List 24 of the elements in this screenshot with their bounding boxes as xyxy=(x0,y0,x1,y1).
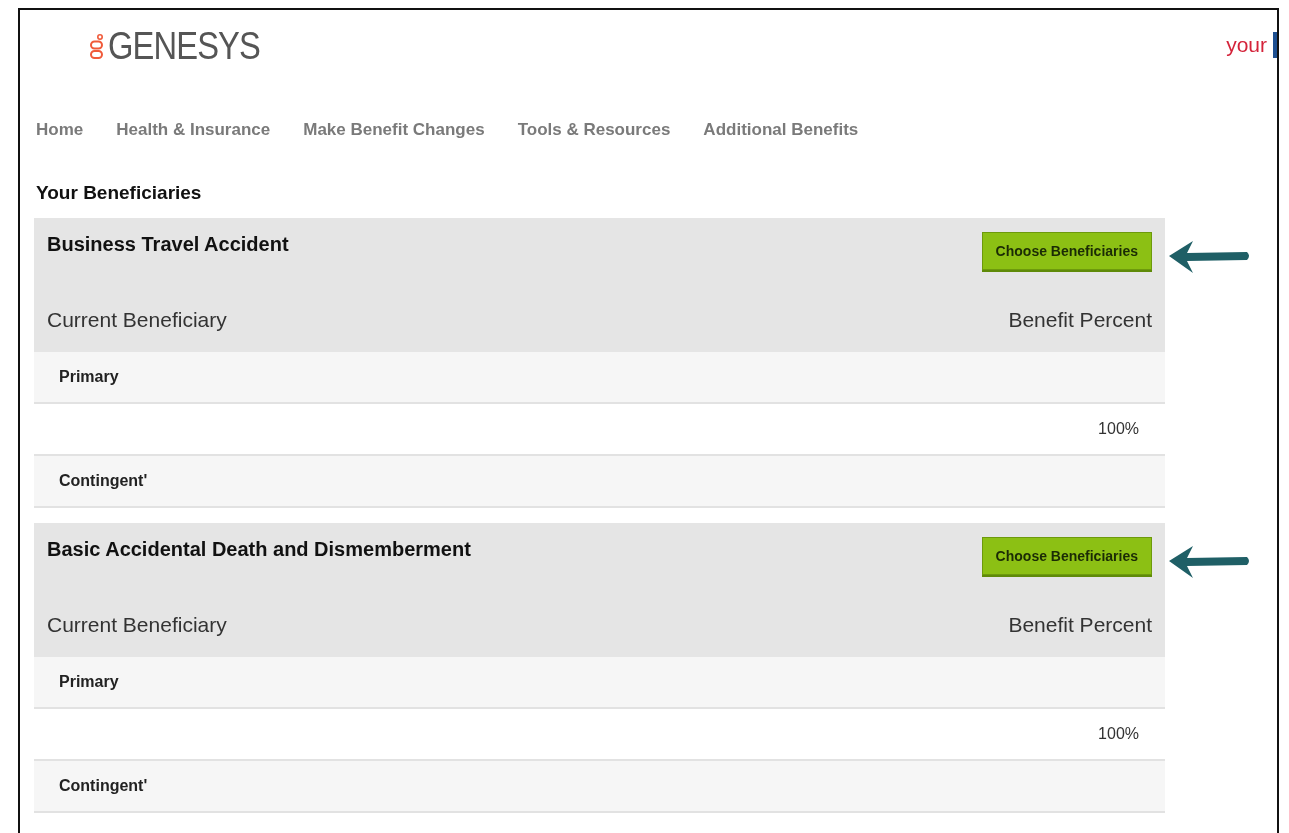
logo-icon xyxy=(90,33,104,60)
column-header: Current Beneficiary xyxy=(47,613,227,637)
header-link[interactable]: your xyxy=(1226,33,1267,57)
choose-beneficiaries-button[interactable]: Choose Beneficiaries xyxy=(981,232,1152,270)
group-label: Primary xyxy=(59,673,119,691)
column-header: Current Beneficiary xyxy=(47,308,227,332)
group-label: Primary xyxy=(59,368,119,386)
plan-title: Business Travel Accident xyxy=(47,233,289,256)
header-bar xyxy=(1273,32,1277,58)
nav-link[interactable]: Health & Insurance xyxy=(116,120,271,140)
percent-cell: 100% xyxy=(1098,725,1139,743)
nav-link[interactable]: Tools & Resources xyxy=(517,120,671,140)
page-title: Your Beneficiaries xyxy=(36,182,203,204)
percent-cell: 100% xyxy=(1098,420,1139,438)
nav-link[interactable]: Home xyxy=(36,120,84,140)
column-header: Benefit Percent xyxy=(1008,308,1152,332)
group-label: Contingent' xyxy=(59,777,148,795)
column-header: Benefit Percent xyxy=(1008,613,1152,637)
plan-title: Basic Accidental Death and Dismemberment xyxy=(47,538,471,561)
group-label: Contingent' xyxy=(59,472,148,490)
choose-beneficiaries-button[interactable]: Choose Beneficiaries xyxy=(981,537,1152,575)
logo-text: GENESYS xyxy=(108,25,260,68)
nav-link[interactable]: Make Benefit Changes xyxy=(303,120,485,140)
nav-link[interactable]: Additional Benefits xyxy=(703,120,859,140)
